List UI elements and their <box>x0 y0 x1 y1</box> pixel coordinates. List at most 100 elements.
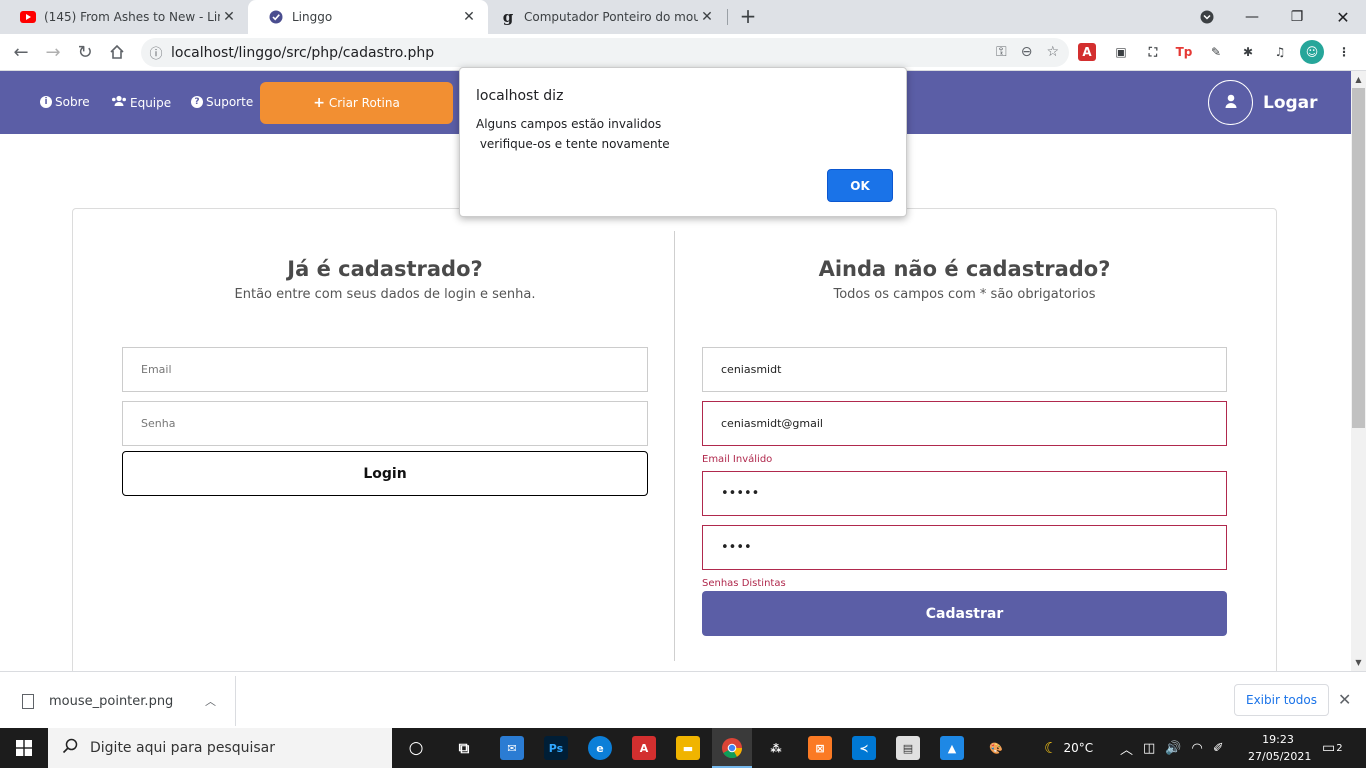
xampp-icon[interactable]: ⊠ <box>808 736 832 760</box>
pdf-extension-icon[interactable]: A <box>1078 43 1096 61</box>
user-icon <box>1223 93 1239 113</box>
scrollbar-thumb[interactable] <box>1352 88 1365 428</box>
file-icon <box>22 693 34 709</box>
extensions-puzzle-icon[interactable]: ✱ <box>1237 41 1259 63</box>
clock-time: 19:23 <box>1262 733 1294 746</box>
temperature-text: 20°C <box>1063 741 1094 755</box>
site-info-icon[interactable]: ⓘ <box>141 43 171 62</box>
search-placeholder: Digite aqui para pesquisar <box>90 740 276 756</box>
forward-button[interactable]: → <box>40 39 66 65</box>
search-icon <box>62 738 78 758</box>
close-shelf-icon[interactable]: ✕ <box>1338 690 1351 709</box>
kebab-menu-icon[interactable]: ⋮ <box>1333 41 1355 63</box>
tab-separator <box>727 9 728 25</box>
volume-icon[interactable]: 🔊 <box>1165 741 1181 756</box>
tab-youtube[interactable]: (145) From Ashes to New - Linkin ✕ <box>0 0 248 34</box>
login-button[interactable]: Login <box>122 451 648 496</box>
key-icon[interactable]: ⚿ <box>996 44 1007 60</box>
clock-date: 27/05/2021 <box>1248 750 1312 763</box>
login-password-input[interactable] <box>122 401 648 446</box>
nav-sobre[interactable]: i Sobre <box>40 95 90 109</box>
zoom-icon[interactable]: ⊖ <box>1021 44 1033 60</box>
close-tab-icon[interactable]: ✕ <box>220 9 238 25</box>
task-view-icon[interactable]: ⧉ <box>452 736 476 760</box>
windows-start-icon[interactable] <box>0 728 48 768</box>
notification-icon: ▭ <box>1322 740 1336 756</box>
register-email-input[interactable] <box>702 401 1227 446</box>
column-divider <box>674 231 675 661</box>
edge-icon[interactable]: e <box>588 736 612 760</box>
pen-icon[interactable]: ✐ <box>1213 741 1224 756</box>
mail-icon[interactable]: ✉ <box>500 736 524 760</box>
eyedropper-icon[interactable]: ✎ <box>1205 41 1227 63</box>
chrome-icon[interactable] <box>720 736 744 760</box>
show-all-downloads-button[interactable]: Exibir todos <box>1234 684 1329 716</box>
screenshot-icon[interactable]: ⛶ <box>1142 41 1164 63</box>
notification-center-button[interactable]: ▭ 2 <box>1322 728 1343 768</box>
nav-equipe[interactable]: Equipe <box>111 95 171 110</box>
nav-suporte[interactable]: ? Suporte <box>191 95 253 109</box>
register-password-input[interactable] <box>702 471 1227 516</box>
tab-linggo[interactable]: Linggo ✕ <box>248 0 488 34</box>
home-button[interactable] <box>104 39 130 65</box>
dialog-message-line2: verifique-os e tente novamente <box>476 137 670 151</box>
file-explorer-icon[interactable]: ▬ <box>676 736 700 760</box>
app-icon[interactable]: ⁂ <box>764 736 788 760</box>
user-avatar-button[interactable] <box>1208 80 1253 125</box>
register-confirm-password-input[interactable] <box>702 525 1227 570</box>
download-filename: mouse_pointer.png <box>49 693 174 709</box>
site-icon <box>268 9 284 25</box>
tab-search-icon[interactable] <box>1184 0 1230 34</box>
register-name-input[interactable] <box>702 347 1227 392</box>
photoshop-icon[interactable]: Ps <box>544 736 568 760</box>
taskbar-search-box[interactable]: Digite aqui para pesquisar <box>48 728 392 768</box>
acrobat-icon[interactable]: A <box>632 736 656 760</box>
installer-icon[interactable]: ▤ <box>896 736 920 760</box>
info-icon: i <box>40 96 52 108</box>
weather-widget[interactable]: ☾ 20°C <box>1044 728 1093 768</box>
back-button[interactable]: ← <box>8 39 34 65</box>
close-tab-icon[interactable]: ✕ <box>698 9 716 25</box>
logar-link[interactable]: Logar <box>1263 93 1318 113</box>
nav-suporte-label: Suporte <box>206 95 254 109</box>
tp-extension-icon[interactable]: Tp <box>1173 41 1195 63</box>
download-shelf: mouse_pointer.png ︿ Exibir todos ✕ <box>0 671 1366 728</box>
browser-tabstrip: (145) From Ashes to New - Linkin ✕ Lingg… <box>0 0 1366 34</box>
picture-in-picture-icon[interactable]: ▣ <box>1110 41 1132 63</box>
profile-avatar-icon[interactable]: ☺ <box>1300 40 1324 64</box>
tab-computador[interactable]: g Computador Ponteiro do mouse ✕ <box>488 0 726 34</box>
chevron-up-icon[interactable]: ︿ <box>1120 739 1133 758</box>
taskbar-clock[interactable]: 19:23 27/05/2021 <box>1248 731 1312 765</box>
new-tab-button[interactable]: + <box>737 6 759 28</box>
photos-icon[interactable]: ▲ <box>940 736 964 760</box>
paint-icon[interactable]: 🎨 <box>984 736 1008 760</box>
dialog-title: localhost diz <box>476 88 564 104</box>
reload-button[interactable]: ↻ <box>72 39 98 65</box>
restore-button[interactable]: ❐ <box>1274 0 1320 34</box>
login-title: Já é cadastrado? <box>287 257 483 281</box>
dialog-ok-button[interactable]: OK <box>827 169 893 202</box>
login-email-input[interactable] <box>122 347 648 392</box>
close-tab-icon[interactable]: ✕ <box>460 9 478 25</box>
criar-rotina-button[interactable]: + Criar Rotina <box>260 82 453 124</box>
download-item[interactable]: mouse_pointer.png ︿ <box>4 676 236 726</box>
youtube-icon <box>20 9 36 25</box>
cadastrar-button[interactable]: Cadastrar <box>702 591 1227 636</box>
chevron-up-icon[interactable]: ︿ <box>205 693 235 709</box>
close-window-button[interactable]: ✕ <box>1320 0 1366 34</box>
network-icon[interactable]: ◠ <box>1192 741 1203 756</box>
cortana-icon[interactable]: ○ <box>404 736 428 760</box>
question-icon: ? <box>191 96 203 108</box>
tab-title: (145) From Ashes to New - Linkin <box>44 10 220 24</box>
media-control-icon[interactable]: ♫ <box>1269 41 1291 63</box>
meet-icon[interactable]: ◫ <box>1143 741 1155 756</box>
tab-title: Linggo <box>292 10 333 24</box>
system-tray: ︿ ◫ 🔊 ◠ ✐ <box>1120 728 1224 768</box>
minimize-button[interactable]: — <box>1229 0 1275 34</box>
address-bar[interactable]: ⓘ localhost/linggo/src/php/cadastro.php … <box>141 38 1069 67</box>
scroll-up-icon[interactable]: ▲ <box>1351 72 1366 87</box>
bookmark-star-icon[interactable]: ☆ <box>1046 44 1059 60</box>
browser-toolbar: ← → ↻ ⓘ localhost/linggo/src/php/cadastr… <box>0 34 1366 71</box>
scroll-down-icon[interactable]: ▼ <box>1351 655 1366 670</box>
vscode-icon[interactable]: ≺ <box>852 736 876 760</box>
